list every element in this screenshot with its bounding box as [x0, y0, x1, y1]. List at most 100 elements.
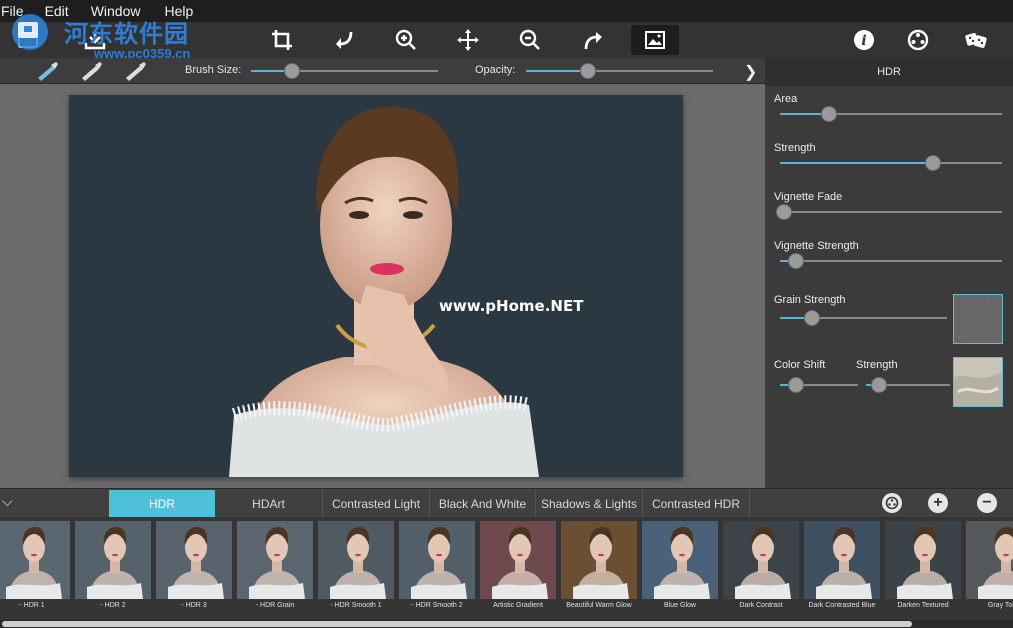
preset-thumbnail[interactable]	[399, 521, 475, 599]
grain-strength-slider[interactable]	[780, 310, 947, 326]
category-tabs: ⌵ HDR HDArt Contrasted Light Black And W…	[0, 488, 1013, 517]
slider-knob[interactable]	[776, 204, 793, 220]
preset-thumbnail[interactable]	[804, 521, 880, 599]
options-bar: Brush Size: Opacity: ❯	[0, 58, 765, 84]
preset-label: Gray Tone	[987, 602, 1013, 609]
preset-thumbnail[interactable]	[723, 521, 799, 599]
slider-knob[interactable]	[787, 253, 804, 269]
tab-contrasted-light[interactable]: Contrasted Light	[323, 490, 430, 517]
preset-item[interactable]: - HDR 3	[156, 521, 232, 625]
watermark-text: 河东软件园	[64, 19, 189, 48]
watermark: 河东软件园 www.pc0359.cn	[2, 8, 202, 64]
preset-thumbnail[interactable]	[480, 521, 556, 599]
preset-item[interactable]: - HDR 1	[0, 521, 70, 625]
preset-label: Blue Glow	[664, 602, 696, 609]
crop-icon[interactable]	[266, 25, 298, 55]
rotate-left-icon[interactable]	[328, 25, 360, 55]
chevron-down-icon[interactable]: ⌵	[2, 493, 13, 510]
slider-knob[interactable]	[925, 155, 942, 171]
opacity-label: Opacity:	[475, 64, 516, 76]
info-icon[interactable]: i	[848, 25, 880, 55]
tab-black-and-white[interactable]: Black And White	[430, 490, 536, 517]
area-label: Area	[774, 93, 798, 105]
preset-thumbnail[interactable]	[966, 521, 1013, 599]
move-icon[interactable]	[452, 25, 484, 55]
tab-hdr[interactable]: HDR	[109, 490, 215, 517]
preset-item[interactable]: - HDR 2	[75, 521, 151, 625]
brush-size-label: Brush Size:	[185, 64, 242, 76]
preset-item[interactable]: Gray Tone	[966, 521, 1013, 625]
preset-thumbnail[interactable]	[156, 521, 232, 599]
settings-icon[interactable]	[902, 25, 934, 55]
grain-texture-thumb[interactable]	[953, 294, 1003, 344]
tab-contrasted-hdr[interactable]: Contrasted HDR	[643, 490, 750, 517]
panel-title: HDR	[765, 58, 1013, 86]
presets-scrollbar[interactable]	[0, 620, 1013, 628]
slider-knob[interactable]	[803, 310, 820, 326]
color-shift-slider[interactable]	[780, 377, 858, 393]
brush-size-slider[interactable]	[251, 63, 438, 79]
preset-thumbnail[interactable]	[885, 521, 961, 599]
vignette-strength-label: Vignette Strength	[774, 240, 859, 252]
remove-icon[interactable]: −	[977, 493, 997, 513]
zoom-out-icon[interactable]	[514, 25, 546, 55]
slider-knob[interactable]	[820, 106, 837, 122]
opacity-slider[interactable]	[526, 63, 713, 79]
favorite-icon[interactable]	[882, 493, 902, 513]
preset-item[interactable]: Darken Textured	[885, 521, 961, 625]
photo[interactable]: www.pHome.NET	[69, 95, 683, 477]
vignette-fade-label: Vignette Fade	[774, 191, 843, 203]
tab-hdart[interactable]: HDArt	[215, 490, 323, 517]
preset-thumbnail[interactable]	[561, 521, 637, 599]
preset-label: Beautiful Warm Glow	[566, 602, 632, 609]
zoom-in-icon[interactable]	[390, 25, 422, 55]
preset-thumbnail[interactable]	[318, 521, 394, 599]
preset-label: Artistic Gradient	[493, 602, 543, 609]
vignette-strength-slider[interactable]	[780, 253, 1002, 269]
color-texture-thumb[interactable]	[953, 357, 1003, 407]
preset-item[interactable]: - HDR Smooth 2	[399, 521, 475, 625]
preset-label: - HDR 2	[100, 602, 126, 609]
preset-label: - HDR Smooth 2	[411, 602, 463, 609]
color-strength-label: Strength	[856, 359, 898, 371]
slider-knob[interactable]	[870, 377, 887, 393]
slider-knob[interactable]	[787, 377, 804, 393]
slider-knob[interactable]	[284, 63, 301, 79]
preset-label: Dark Contrast	[739, 602, 783, 609]
strength-slider[interactable]	[780, 155, 1002, 171]
area-slider[interactable]	[780, 106, 1002, 122]
preset-label: - HDR Smooth 1	[330, 602, 382, 609]
portrait-image	[69, 95, 683, 477]
preset-item[interactable]: Dark Contrasted Blue	[804, 521, 880, 625]
add-icon[interactable]: +	[928, 493, 948, 513]
preset-thumbnail[interactable]	[0, 521, 70, 599]
color-shift-label: Color Shift	[774, 359, 826, 371]
slider-knob[interactable]	[579, 63, 596, 79]
photo-watermark: www.pHome.NET	[439, 297, 584, 315]
svg-text:i: i	[861, 33, 866, 49]
vignette-fade-slider[interactable]	[776, 204, 1002, 220]
color-strength-slider[interactable]	[866, 377, 950, 393]
scrollbar-thumb[interactable]	[2, 621, 912, 627]
watermark-logo-icon	[12, 14, 48, 50]
preset-item[interactable]: Artistic Gradient	[480, 521, 556, 625]
image-view-icon[interactable]	[631, 25, 679, 55]
preset-item[interactable]: Beautiful Warm Glow	[561, 521, 637, 625]
preset-item[interactable]: Blue Glow	[642, 521, 718, 625]
grain-strength-label: Grain Strength	[774, 294, 846, 306]
preset-label: - HDR 1	[19, 602, 45, 609]
random-icon[interactable]	[960, 25, 992, 55]
rotate-right-icon[interactable]	[577, 25, 609, 55]
presets-strip: - HDR 1 - HDR 2 - HDR 3 - HDR Grain - HDR Sm…	[0, 517, 1013, 628]
preset-thumbnail[interactable]	[75, 521, 151, 599]
preset-thumbnail[interactable]	[642, 521, 718, 599]
preset-item[interactable]: Dark Contrast	[723, 521, 799, 625]
preset-label: Dark Contrasted Blue	[808, 602, 876, 609]
canvas-area[interactable]: www.pHome.NET	[0, 84, 765, 488]
preset-item[interactable]: - HDR Smooth 1	[318, 521, 394, 625]
brush-tools-icon[interactable]	[36, 60, 166, 82]
preset-thumbnail[interactable]	[237, 521, 313, 599]
preset-item[interactable]: - HDR Grain	[237, 521, 313, 625]
tab-shadows-lights[interactable]: Shadows & Lights	[536, 490, 643, 517]
chevron-right-icon[interactable]: ❯	[744, 62, 757, 82]
